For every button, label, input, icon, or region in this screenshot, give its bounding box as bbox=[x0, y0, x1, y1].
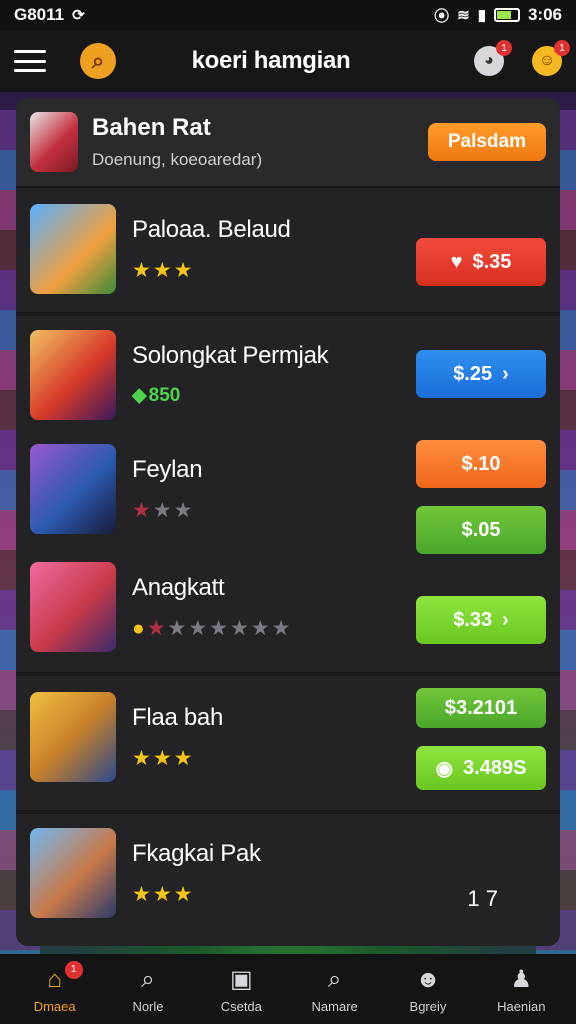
ghost-icon[interactable]: ◕ 1 bbox=[474, 40, 512, 76]
search-icon[interactable]: ⌕ bbox=[80, 43, 116, 79]
nav-item-search-2[interactable]: ⌕ Namare bbox=[295, 965, 375, 1014]
star-icon: ★ bbox=[188, 617, 208, 640]
game-thumbnail bbox=[30, 204, 116, 294]
star-icon: ★ bbox=[167, 617, 187, 640]
star-icon: ★ bbox=[209, 617, 228, 640]
nav-item-search[interactable]: ⌕ Norle bbox=[108, 965, 188, 1014]
game-thumbnail bbox=[30, 692, 116, 782]
star-icon: ★ bbox=[173, 499, 193, 522]
sync-icon: ⟳ bbox=[72, 7, 85, 24]
heart-icon: ♥ bbox=[450, 250, 463, 273]
gem-icon: ◆ bbox=[132, 385, 147, 406]
search-icon: ⌕ bbox=[327, 965, 342, 993]
search-icon: ⌕ bbox=[141, 965, 155, 993]
star-icon: ★ bbox=[230, 617, 249, 640]
star-icon: ★ bbox=[173, 259, 193, 282]
carrier-label: G8011 bbox=[14, 5, 65, 24]
featured-item[interactable]: Bahen Rat Doenung, koeoaredar) Palsdam bbox=[16, 98, 560, 188]
price-label: $3.2101 bbox=[444, 696, 518, 719]
nav-item-ghost[interactable]: ☻ Bgreiy bbox=[388, 965, 468, 1014]
price-label: $.25 bbox=[453, 362, 493, 385]
notification-badge: 1 bbox=[496, 40, 512, 56]
signal-icon: ▮ bbox=[477, 7, 486, 24]
store-icon: ▣ bbox=[229, 965, 253, 993]
clock: 3:06 bbox=[527, 5, 562, 24]
game-title: Fkagkai Pak bbox=[132, 840, 261, 867]
price-button[interactable]: ♥ $.35 bbox=[416, 238, 546, 286]
profile-icon: ♟ bbox=[510, 965, 533, 993]
star-icon: ★ bbox=[173, 883, 193, 906]
nav-label: Csetda bbox=[220, 998, 262, 1014]
price-button[interactable]: $.25 › bbox=[416, 350, 546, 398]
price-label: $.33 bbox=[453, 608, 493, 631]
emoji-icon[interactable]: ☺ 1 bbox=[532, 40, 570, 76]
nav-label: Namare bbox=[311, 998, 358, 1014]
quantity-label: 1 7 bbox=[467, 886, 498, 911]
nav-item-store[interactable]: ▣ Csetda bbox=[201, 965, 281, 1014]
nav-label: Dmaea bbox=[33, 998, 76, 1014]
battery-icon bbox=[493, 8, 520, 22]
game-thumbnail bbox=[30, 444, 116, 534]
game-thumbnail bbox=[30, 330, 116, 420]
star-icon: ★ bbox=[152, 259, 172, 282]
status-bar: G8011 ⟳ ⦿ ≋ ▮ 3:06 bbox=[0, 0, 576, 30]
page-title: koeri hamgian bbox=[191, 47, 351, 74]
game-thumbnail bbox=[30, 562, 116, 652]
star-icon: ★ bbox=[152, 747, 172, 770]
menu-icon[interactable] bbox=[14, 50, 46, 72]
notification-badge: 1 bbox=[554, 40, 570, 56]
coin-icon: ◉ bbox=[435, 757, 454, 780]
nav-item-home[interactable]: ⌂ 1 Dmaea bbox=[15, 960, 95, 1014]
featured-thumbnail bbox=[30, 112, 78, 172]
star-icon: ★ bbox=[132, 499, 151, 522]
star-icon: ● bbox=[132, 616, 145, 640]
chevron-right-icon: › bbox=[502, 608, 509, 631]
app-header: ⌕ koeri hamgian ◕ 1 ☺ 1 bbox=[0, 30, 576, 92]
price-button[interactable]: $3.2101 bbox=[416, 688, 546, 728]
price-button[interactable]: ◉ 3.489S bbox=[416, 746, 546, 790]
nav-item-profile[interactable]: ♟ Haenian bbox=[481, 965, 561, 1014]
star-icon: ★ bbox=[146, 617, 166, 640]
star-icon: ★ bbox=[152, 883, 172, 906]
price-label: $.35 bbox=[472, 250, 512, 273]
store-panel: Bahen Rat Doenung, koeoaredar) Palsdam P… bbox=[16, 98, 560, 946]
price-button[interactable]: $.05 bbox=[416, 506, 546, 554]
nav-label: Haenian bbox=[497, 998, 546, 1014]
featured-subtitle: Doenung, koeoaredar) bbox=[92, 150, 263, 169]
star-icon: ★ bbox=[173, 747, 193, 770]
home-icon: ⌂ bbox=[47, 965, 62, 993]
price-button[interactable]: $.33 › bbox=[416, 596, 546, 644]
featured-title: Bahen Rat bbox=[92, 114, 211, 141]
nav-label: Bgreiy bbox=[409, 998, 447, 1014]
nav-label: Norle bbox=[132, 998, 164, 1014]
stock-value: 850 bbox=[148, 384, 181, 406]
notification-badge: 1 bbox=[64, 960, 83, 979]
star-icon: ★ bbox=[271, 617, 291, 640]
star-icon: ★ bbox=[132, 259, 151, 282]
star-icon: ★ bbox=[132, 747, 151, 770]
price-label: 3.489S bbox=[463, 756, 527, 779]
price-label: $.10 bbox=[461, 452, 501, 475]
star-icon: ★ bbox=[250, 617, 270, 640]
ghost-icon: ☻ bbox=[415, 965, 441, 993]
featured-button[interactable]: Palsdam bbox=[427, 123, 546, 161]
price-label: $.05 bbox=[461, 518, 501, 541]
price-button[interactable]: $.10 bbox=[416, 440, 546, 488]
wifi-icon: ≋ bbox=[457, 7, 470, 24]
vibrate-icon: ⦿ bbox=[434, 7, 450, 25]
chevron-right-icon: › bbox=[502, 362, 509, 385]
star-icon: ★ bbox=[132, 883, 151, 906]
bottom-nav: ⌂ 1 Dmaea ⌕ Norle ▣ Csetda ⌕ Namare ☻ Bg… bbox=[0, 954, 576, 1024]
game-thumbnail bbox=[30, 828, 116, 918]
star-icon: ★ bbox=[152, 499, 172, 522]
